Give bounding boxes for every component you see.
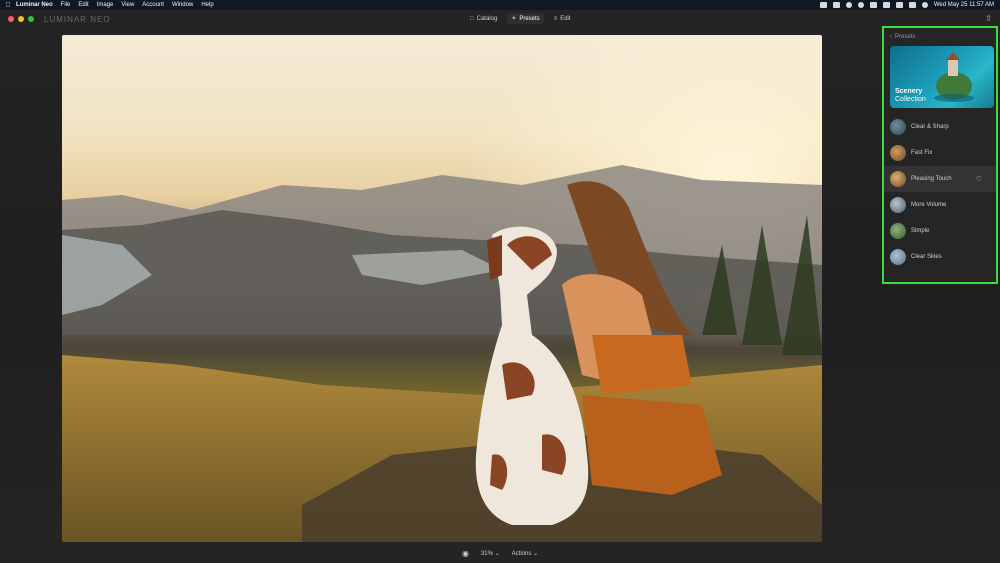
bottom-toolbar: ◉ 31% ⌄ Actions ⌄ xyxy=(0,546,1000,560)
actions-label: Actions xyxy=(511,550,532,557)
status-app-icon[interactable] xyxy=(832,2,840,8)
share-icon[interactable]: ⇧ xyxy=(985,14,992,23)
preset-list: Clear & Sharp Fast Fix Pleasing Touch ♡ … xyxy=(884,114,996,270)
status-tray: Wed May 25 11:57 AM xyxy=(819,2,1000,8)
scenery-collection-card[interactable]: Scenery Collection xyxy=(890,46,994,108)
preset-label: Clear Skies xyxy=(911,254,942,260)
menu-help[interactable]: Help xyxy=(201,2,213,8)
actions-dropdown[interactable]: Actions ⌄ xyxy=(512,550,538,557)
preset-pleasing-touch[interactable]: Pleasing Touch ♡ xyxy=(884,166,996,192)
presets-back-button[interactable]: ‹ Presets xyxy=(890,34,915,40)
heart-icon[interactable]: ♡ xyxy=(976,175,982,183)
tab-label: Edit xyxy=(560,15,571,22)
tab-presets[interactable]: ✦ Presets xyxy=(507,13,544,24)
preset-label: More Volume xyxy=(911,202,947,208)
mode-tabs: □ Catalog ✦ Presets ≡ Edit xyxy=(466,13,575,24)
preset-clear-sharp[interactable]: Clear & Sharp xyxy=(884,114,996,140)
eye-icon[interactable]: ◉ xyxy=(462,549,469,558)
preset-fast-fix[interactable]: Fast Fix xyxy=(884,140,996,166)
search-icon[interactable] xyxy=(895,2,903,8)
tab-edit[interactable]: ≡ Edit xyxy=(550,13,575,24)
title-bar: LUMINAR NEO □ Catalog ✦ Presets ≡ Edit ⇧ xyxy=(0,10,1000,28)
zoom-window-button[interactable] xyxy=(28,16,34,22)
edit-icon: ≡ xyxy=(553,15,558,22)
preset-label: Pleasing Touch xyxy=(911,176,952,182)
chevron-down-icon: ⌄ xyxy=(494,550,500,557)
siri-icon[interactable] xyxy=(921,2,928,8)
presets-panel: ‹ Presets Scenery Collection Clear & Sha… xyxy=(882,26,998,284)
preset-thumbnail xyxy=(890,197,906,213)
photo-canvas[interactable] xyxy=(62,35,822,542)
app-window: LUMINAR NEO □ Catalog ✦ Presets ≡ Edit ⇧ xyxy=(0,10,1000,563)
menu-app-name[interactable]: Luminar Neo xyxy=(16,2,53,8)
menu-file[interactable]: File xyxy=(61,2,71,8)
menu-edit[interactable]: Edit xyxy=(78,2,88,8)
menu-view[interactable]: View xyxy=(121,2,134,8)
menu-account[interactable]: Account xyxy=(142,2,164,8)
featured-title: Scenery xyxy=(895,88,923,95)
chevron-down-icon: ⌄ xyxy=(533,550,539,557)
preset-thumbnail xyxy=(890,145,906,161)
preset-simple[interactable]: Simple xyxy=(884,218,996,244)
preset-label: Simple xyxy=(911,228,930,234)
status-app-icon[interactable] xyxy=(819,2,827,8)
chevron-left-icon: ‹ xyxy=(890,34,892,40)
presets-back-label: Presets xyxy=(895,34,916,40)
tab-label: Presets xyxy=(519,15,540,22)
menu-image[interactable]: Image xyxy=(97,2,114,8)
clock[interactable]: Wed May 25 11:57 AM xyxy=(934,2,994,8)
window-controls xyxy=(8,16,34,22)
zoom-dropdown[interactable]: 31% ⌄ xyxy=(481,550,500,557)
macos-menu-bar:  Luminar Neo File Edit Image View Accou… xyxy=(0,0,1000,10)
tab-catalog[interactable]: □ Catalog xyxy=(466,13,501,24)
preset-label: Fast Fix xyxy=(911,150,933,156)
photo-illustration xyxy=(62,35,822,542)
bluetooth-icon[interactable] xyxy=(869,2,877,8)
presets-icon: ✦ xyxy=(511,16,517,22)
status-app-icon[interactable] xyxy=(857,2,864,8)
preset-thumbnail xyxy=(890,223,906,239)
app-logo: LUMINAR NEO xyxy=(44,14,111,24)
zoom-value: 31% xyxy=(480,550,493,557)
featured-subtitle: Collection xyxy=(895,96,926,103)
preset-thumbnail xyxy=(890,119,906,135)
preset-more-volume[interactable]: More Volume xyxy=(884,192,996,218)
menu-window[interactable]: Window xyxy=(172,2,193,8)
minimize-window-button[interactable] xyxy=(18,16,24,22)
wifi-icon[interactable] xyxy=(882,2,890,8)
preset-thumbnail xyxy=(890,171,906,187)
preset-clear-skies[interactable]: Clear Skies xyxy=(884,244,996,270)
control-center-icon[interactable] xyxy=(908,2,916,8)
status-app-icon[interactable] xyxy=(845,2,852,8)
close-window-button[interactable] xyxy=(8,16,14,22)
catalog-icon: □ xyxy=(470,15,474,22)
apple-menu-icon[interactable]:  xyxy=(0,2,16,9)
preset-label: Clear & Sharp xyxy=(911,124,949,130)
tab-label: Catalog xyxy=(476,15,498,22)
preset-thumbnail xyxy=(890,249,906,265)
